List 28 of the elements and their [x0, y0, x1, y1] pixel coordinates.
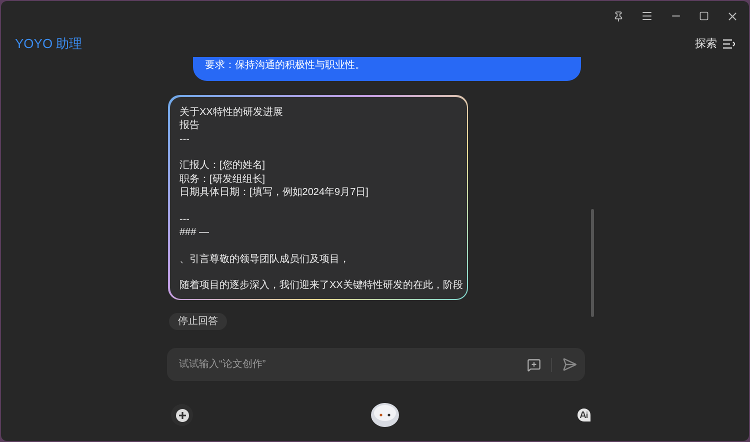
sidebar-toggle-icon[interactable]	[723, 39, 735, 49]
reply-line: ### —	[180, 226, 210, 240]
reply-line: 关于XX特性的研发进展	[180, 106, 284, 119]
reply-line: 随着项目的逐步深入，我们迎来了XX关键特性研发的在此，阶段	[180, 279, 460, 292]
robot-avatar-icon[interactable]	[370, 402, 400, 428]
plus-icon	[176, 408, 188, 422]
reply-line: 、引言尊敬的领导团队成员们及项目，	[180, 252, 350, 266]
ai-icon[interactable]	[577, 408, 591, 422]
menu-icon[interactable]	[641, 10, 653, 22]
scrollbar[interactable]	[591, 209, 594, 317]
reply-line: ---	[180, 132, 190, 146]
reply-line: 日期具体日期：[填写，例如2024年9月7日]	[180, 186, 370, 200]
maximize-icon[interactable]	[699, 11, 709, 21]
send-icon[interactable]	[562, 357, 577, 372]
stop-answer-button[interactable]: 停止回答	[169, 313, 227, 330]
reply-line: 职务：[研发组组长]	[180, 172, 266, 186]
explore-link[interactable]: 探索	[695, 36, 717, 52]
app-title: YOYO 助理	[15, 35, 82, 54]
add-button[interactable]	[171, 404, 193, 426]
chat-input[interactable]: 试试输入“论文创作”	[179, 357, 527, 372]
new-chat-icon[interactable]	[527, 358, 541, 372]
close-icon[interactable]	[726, 10, 739, 22]
pin-icon[interactable]	[613, 10, 624, 22]
user-message: 要求：保持沟通的积极性与职业性。	[193, 57, 581, 81]
reply-line: 汇报人：[您的姓名]	[180, 159, 266, 172]
reply-line: ---	[180, 212, 190, 226]
reply-line: 报告	[180, 119, 200, 132]
chat-input-box[interactable]: 试试输入“论文创作”	[167, 348, 585, 381]
